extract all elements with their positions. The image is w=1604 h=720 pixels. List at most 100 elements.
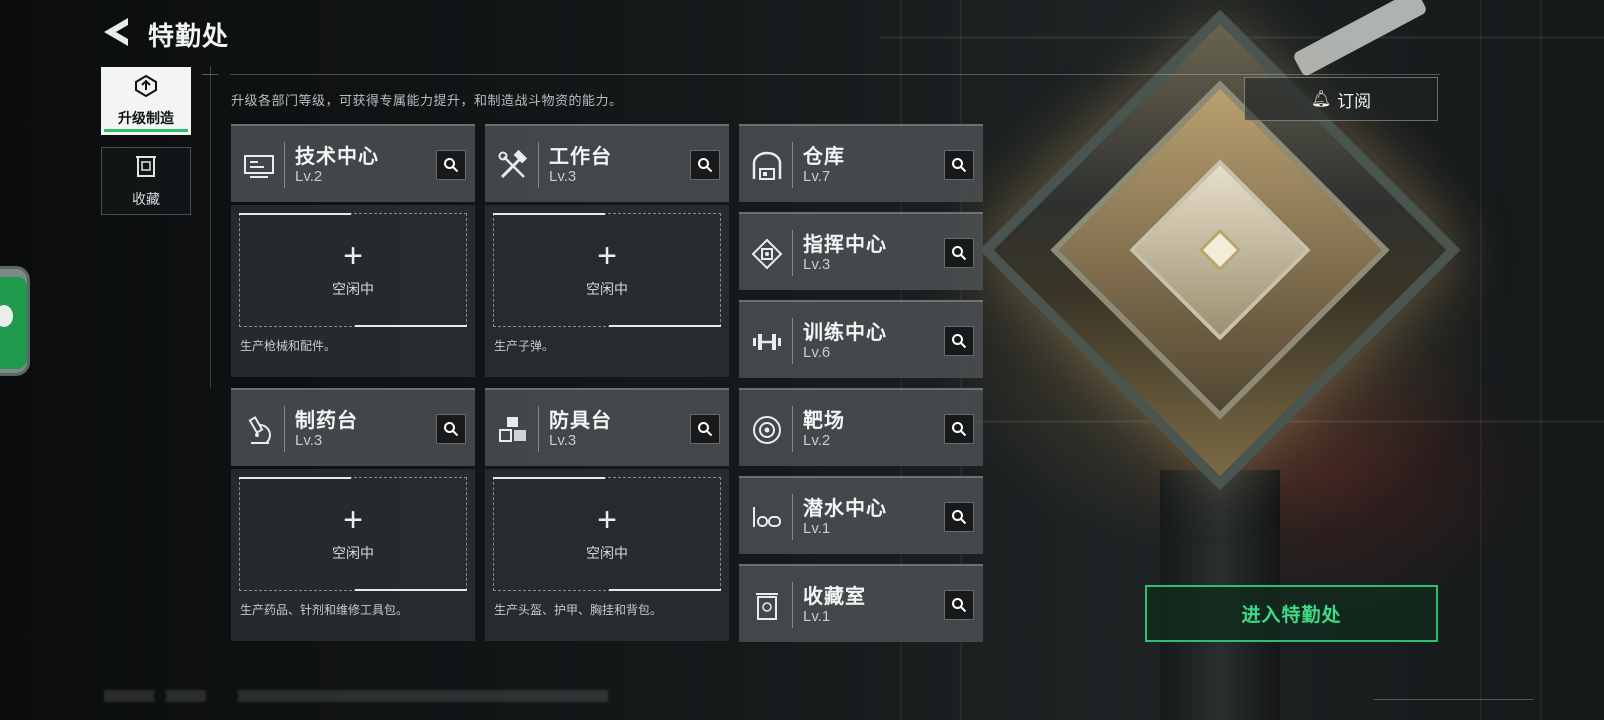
dept-level: Lv.3 xyxy=(295,432,323,449)
production-slot[interactable]: + 空闲中 xyxy=(493,213,721,327)
search-icon xyxy=(952,598,967,613)
search-icon xyxy=(444,422,459,437)
tools-icon xyxy=(495,148,531,184)
bell-icon: 🔔︎ xyxy=(1310,91,1332,108)
search-button[interactable] xyxy=(436,150,466,180)
search-button[interactable] xyxy=(944,414,974,444)
add-icon: + xyxy=(597,501,617,539)
floating-assistant-button[interactable] xyxy=(0,266,30,376)
dept-level: Lv.1 xyxy=(803,520,831,537)
slot-status: 空闲中 xyxy=(586,545,628,561)
tab-label: 升级制造 xyxy=(118,109,174,126)
search-icon xyxy=(952,510,967,525)
dept-card-diving-center[interactable]: 潜水中心 Lv.1 xyxy=(739,476,983,554)
search-button[interactable] xyxy=(944,502,974,532)
search-button[interactable] xyxy=(944,326,974,356)
blurred-footer-text xyxy=(238,690,608,702)
subscribe-label: 订阅 xyxy=(1337,91,1372,111)
back-button[interactable] xyxy=(100,14,134,50)
frame-divider xyxy=(230,74,1440,75)
search-button[interactable] xyxy=(436,414,466,444)
dept-name: 工作台 xyxy=(549,146,612,168)
blurred-footer-text xyxy=(104,690,154,702)
tab-label: 收藏 xyxy=(132,190,160,207)
production-slot-panel: + 空闲中 生产枪械和配件。 xyxy=(231,205,475,377)
search-button[interactable] xyxy=(944,150,974,180)
dept-level: Lv.6 xyxy=(803,344,831,361)
dept-name: 防具台 xyxy=(549,410,612,432)
search-icon xyxy=(444,158,459,173)
dept-name: 仓库 xyxy=(803,146,845,168)
dept-card-tech-center[interactable]: 技术中心 Lv.2 xyxy=(231,124,475,202)
dept-name: 制药台 xyxy=(295,410,358,432)
dept-card-training-center[interactable]: 训练中心 Lv.6 xyxy=(739,300,983,378)
dept-name: 训练中心 xyxy=(803,322,887,344)
page-description: 升级各部门等级，可获得专属能力提升，和制造战斗物资的能力。 xyxy=(231,93,623,108)
dept-level: Lv.2 xyxy=(803,432,831,449)
slot-description: 生产药品、针剂和维修工具包。 xyxy=(240,603,409,617)
subscribe-button[interactable]: 🔔︎ 订阅 xyxy=(1244,77,1438,121)
goggles-icon xyxy=(749,500,785,536)
frame-tick xyxy=(202,74,218,75)
dept-card-pharmacy[interactable]: 制药台 Lv.3 xyxy=(231,388,475,466)
tab-collection[interactable]: 收藏 xyxy=(101,147,191,215)
production-slot[interactable]: + 空闲中 xyxy=(493,477,721,591)
search-button[interactable] xyxy=(690,414,720,444)
dept-level: Lv.3 xyxy=(549,432,577,449)
dept-card-shooting-range[interactable]: 靶场 Lv.2 xyxy=(739,388,983,466)
production-slot[interactable]: + 空闲中 xyxy=(239,477,467,591)
slot-description: 生产子弹。 xyxy=(494,339,555,353)
search-icon xyxy=(952,334,967,349)
dept-card-armor-bench[interactable]: 防具台 Lv.3 xyxy=(485,388,729,466)
search-icon xyxy=(698,422,713,437)
page-title: 特勤处 xyxy=(148,21,230,51)
dept-level: Lv.2 xyxy=(295,168,323,185)
search-icon xyxy=(952,158,967,173)
display-case-icon xyxy=(749,588,785,624)
dept-card-collection-room[interactable]: 收藏室 Lv.1 xyxy=(739,564,983,642)
production-slot-panel: + 空闲中 生产子弹。 xyxy=(485,205,729,377)
dept-level: Lv.7 xyxy=(803,168,831,185)
search-icon xyxy=(698,158,713,173)
search-icon xyxy=(952,246,967,261)
blocks-icon xyxy=(495,412,531,448)
search-icon xyxy=(952,422,967,437)
search-button[interactable] xyxy=(944,590,974,620)
dept-card-command-center[interactable]: 指挥中心 Lv.3 xyxy=(739,212,983,290)
enter-button-label: 进入特勤处 xyxy=(1241,605,1342,626)
warehouse-icon xyxy=(749,148,785,184)
enter-special-ops-button[interactable]: 进入特勤处 xyxy=(1145,585,1438,642)
slot-status: 空闲中 xyxy=(586,281,628,297)
dept-card-workbench[interactable]: 工作台 Lv.3 xyxy=(485,124,729,202)
production-slot[interactable]: + 空闲中 xyxy=(239,213,467,327)
add-icon: + xyxy=(597,237,617,275)
dept-name: 靶场 xyxy=(803,410,845,432)
upgrade-icon xyxy=(134,74,158,102)
dept-name: 收藏室 xyxy=(803,586,866,608)
dept-level: Lv.3 xyxy=(549,168,577,185)
production-slot-panel: + 空闲中 生产头盔、护甲、胸挂和背包。 xyxy=(485,469,729,641)
dumbbell-icon xyxy=(749,324,785,360)
dept-name: 指挥中心 xyxy=(803,234,887,256)
add-icon: + xyxy=(343,501,363,539)
back-arrow-icon xyxy=(104,18,128,46)
tab-upgrade-craft[interactable]: 升级制造 xyxy=(101,67,191,135)
search-button[interactable] xyxy=(944,238,974,268)
microscope-icon xyxy=(241,412,277,448)
slot-description: 生产头盔、护甲、胸挂和背包。 xyxy=(494,603,663,617)
slot-status: 空闲中 xyxy=(332,281,374,297)
search-button[interactable] xyxy=(690,150,720,180)
add-icon: + xyxy=(343,237,363,275)
slot-description: 生产枪械和配件。 xyxy=(240,339,337,353)
dept-name: 技术中心 xyxy=(295,146,379,168)
dept-card-warehouse[interactable]: 仓库 Lv.7 xyxy=(739,124,983,202)
chip-icon xyxy=(749,236,785,272)
collection-icon xyxy=(135,154,157,183)
frame-divider xyxy=(210,66,211,388)
dept-level: Lv.1 xyxy=(803,608,831,625)
blurred-footer-text xyxy=(166,690,206,702)
dept-level: Lv.3 xyxy=(803,256,831,273)
dept-name: 潜水中心 xyxy=(803,498,887,520)
production-slot-panel: + 空闲中 生产药品、针剂和维修工具包。 xyxy=(231,469,475,641)
slot-status: 空闲中 xyxy=(332,545,374,561)
